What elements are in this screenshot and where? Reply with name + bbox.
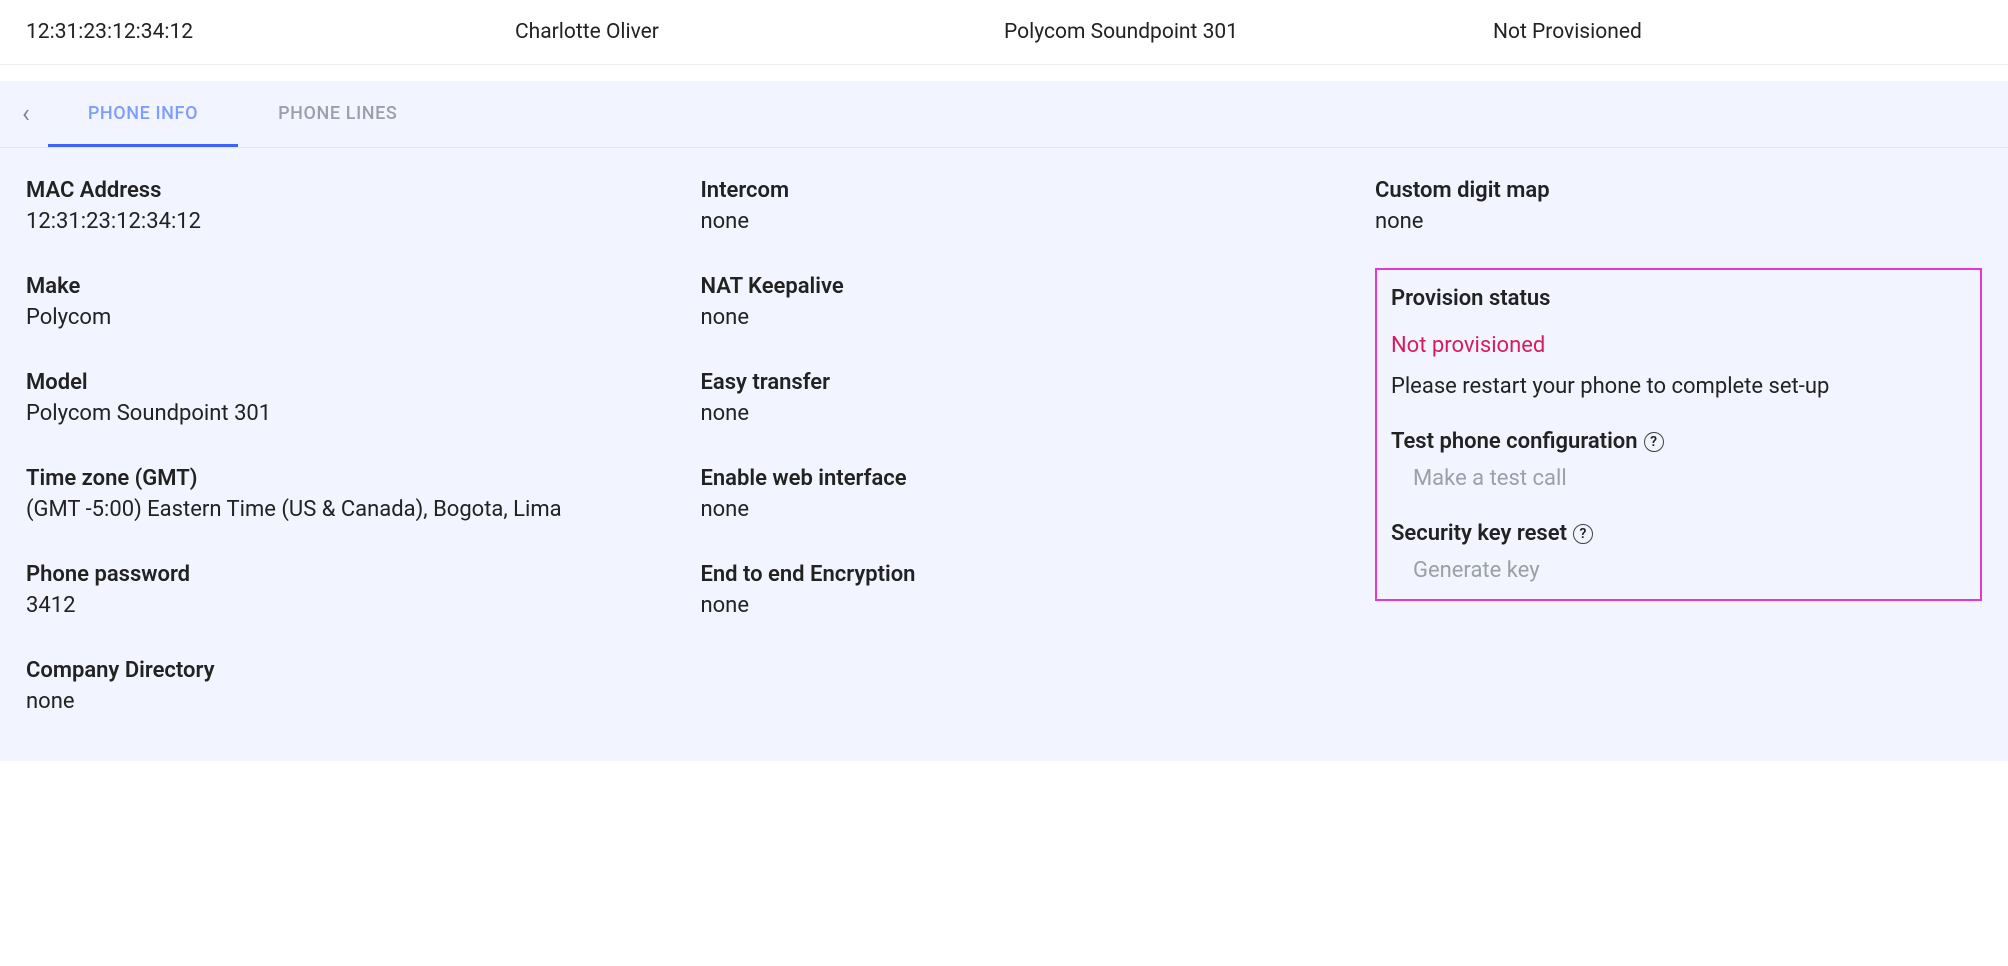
pwd-value: 3412: [26, 593, 700, 618]
column-right: Custom digit map none Provision status N…: [1375, 178, 1982, 714]
model-value: Polycom Soundpoint 301: [26, 401, 700, 426]
back-button[interactable]: ‹: [16, 89, 48, 139]
make-value: Polycom: [26, 305, 700, 330]
help-icon[interactable]: ?: [1644, 432, 1664, 452]
field-intercom: Intercom none: [700, 178, 1374, 234]
easy-value: none: [700, 401, 1374, 426]
provision-status-value: Not provisioned: [1391, 333, 1966, 358]
field-timezone: Time zone (GMT) (GMT -5:00) Eastern Time…: [26, 466, 700, 522]
provision-highlight-box: Provision status Not provisioned Please …: [1375, 268, 1982, 601]
test-config-block: Test phone configuration ? Make a test c…: [1391, 429, 1966, 491]
field-phone-password: Phone password 3412: [26, 562, 700, 618]
easy-label: Easy transfer: [700, 370, 1374, 395]
enc-value: none: [700, 593, 1374, 618]
security-key-block: Security key reset ? Generate key: [1391, 521, 1966, 583]
provision-status-hint: Please restart your phone to complete se…: [1391, 374, 1966, 399]
tz-value: (GMT -5:00) Eastern Time (US & Canada), …: [26, 497, 700, 522]
field-custom-digit-map: Custom digit map none: [1375, 178, 1982, 234]
field-company-directory: Company Directory none: [26, 658, 700, 714]
dir-value: none: [26, 689, 700, 714]
pwd-label: Phone password: [26, 562, 700, 587]
provision-status-label: Provision status: [1391, 286, 1966, 311]
field-easy-transfer: Easy transfer none: [700, 370, 1374, 426]
header-user: Charlotte Oliver: [515, 20, 1004, 44]
mac-value: 12:31:23:12:34:12: [26, 209, 700, 234]
web-value: none: [700, 497, 1374, 522]
field-make: Make Polycom: [26, 274, 700, 330]
column-left: MAC Address 12:31:23:12:34:12 Make Polyc…: [26, 178, 700, 714]
nat-value: none: [700, 305, 1374, 330]
column-middle: Intercom none NAT Keepalive none Easy tr…: [700, 178, 1374, 714]
security-key-title: Security key reset ?: [1391, 521, 1966, 546]
generate-key-link[interactable]: Generate key: [1391, 558, 1966, 583]
intercom-value: none: [700, 209, 1374, 234]
make-test-call-link[interactable]: Make a test call: [1391, 466, 1966, 491]
test-config-label: Test phone configuration: [1391, 429, 1638, 454]
chevron-left-icon: ‹: [22, 99, 30, 129]
model-label: Model: [26, 370, 700, 395]
web-label: Enable web interface: [700, 466, 1374, 491]
provision-status-block: Provision status Not provisioned Please …: [1391, 286, 1966, 399]
mac-label: MAC Address: [26, 178, 700, 203]
field-mac-address: MAC Address 12:31:23:12:34:12: [26, 178, 700, 234]
tab-phone-lines[interactable]: PHONE LINES: [238, 81, 437, 147]
make-label: Make: [26, 274, 700, 299]
device-summary-row: 12:31:23:12:34:12 Charlotte Oliver Polyc…: [0, 0, 2008, 65]
field-model: Model Polycom Soundpoint 301: [26, 370, 700, 426]
tab-bar: ‹ PHONE INFO PHONE LINES: [0, 81, 2008, 148]
content-grid: MAC Address 12:31:23:12:34:12 Make Polyc…: [0, 148, 2008, 744]
detail-panel: ‹ PHONE INFO PHONE LINES MAC Address 12:…: [0, 81, 2008, 761]
security-key-label: Security key reset: [1391, 521, 1567, 546]
digit-value: none: [1375, 209, 1982, 234]
header-device: Polycom Soundpoint 301: [1004, 20, 1493, 44]
enc-label: End to end Encryption: [700, 562, 1374, 587]
tz-label: Time zone (GMT): [26, 466, 700, 491]
intercom-label: Intercom: [700, 178, 1374, 203]
field-encryption: End to end Encryption none: [700, 562, 1374, 618]
help-icon[interactable]: ?: [1573, 524, 1593, 544]
field-enable-web-interface: Enable web interface none: [700, 466, 1374, 522]
header-mac: 12:31:23:12:34:12: [26, 20, 515, 44]
test-config-title: Test phone configuration ?: [1391, 429, 1966, 454]
digit-label: Custom digit map: [1375, 178, 1982, 203]
dir-label: Company Directory: [26, 658, 700, 683]
tab-phone-info[interactable]: PHONE INFO: [48, 81, 238, 147]
header-status: Not Provisioned: [1493, 20, 1982, 44]
field-nat-keepalive: NAT Keepalive none: [700, 274, 1374, 330]
nat-label: NAT Keepalive: [700, 274, 1374, 299]
